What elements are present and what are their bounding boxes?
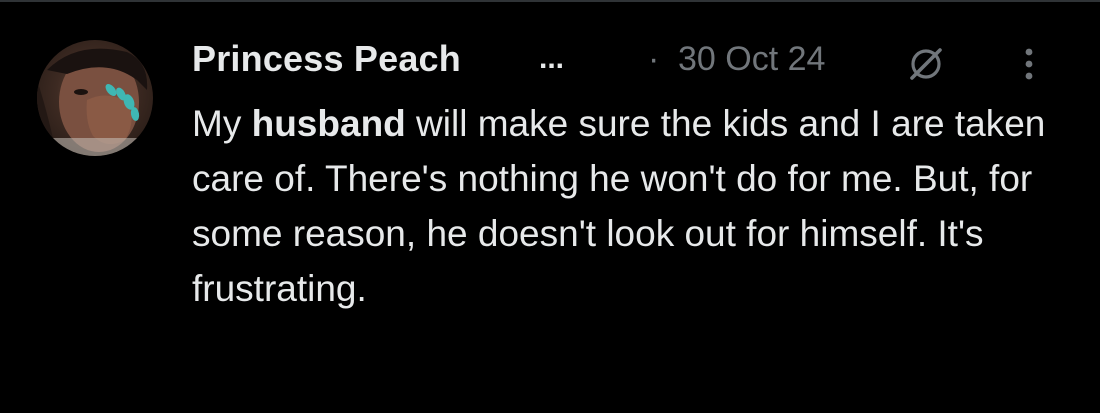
grok-icon[interactable] — [906, 44, 946, 84]
post-text: My husband will make sure the kids and I… — [192, 96, 1072, 316]
dot-separator: · — [648, 40, 660, 78]
post-text-bold: husband — [251, 103, 406, 144]
author-display-name[interactable]: Princess Peach — [192, 38, 461, 80]
post[interactable]: Princess Peach ... · 30 Oct 24 My husban… — [0, 0, 1100, 413]
post-timestamp[interactable]: 30 Oct 24 — [678, 40, 825, 79]
post-header: Princess Peach ... · 30 Oct 24 — [192, 36, 1072, 84]
avatar[interactable] — [37, 40, 153, 156]
avatar-image — [37, 48, 153, 156]
more-vertical-icon[interactable] — [1022, 44, 1036, 84]
post-text-part1: My — [192, 103, 252, 144]
name-truncation: ... — [539, 42, 565, 75]
